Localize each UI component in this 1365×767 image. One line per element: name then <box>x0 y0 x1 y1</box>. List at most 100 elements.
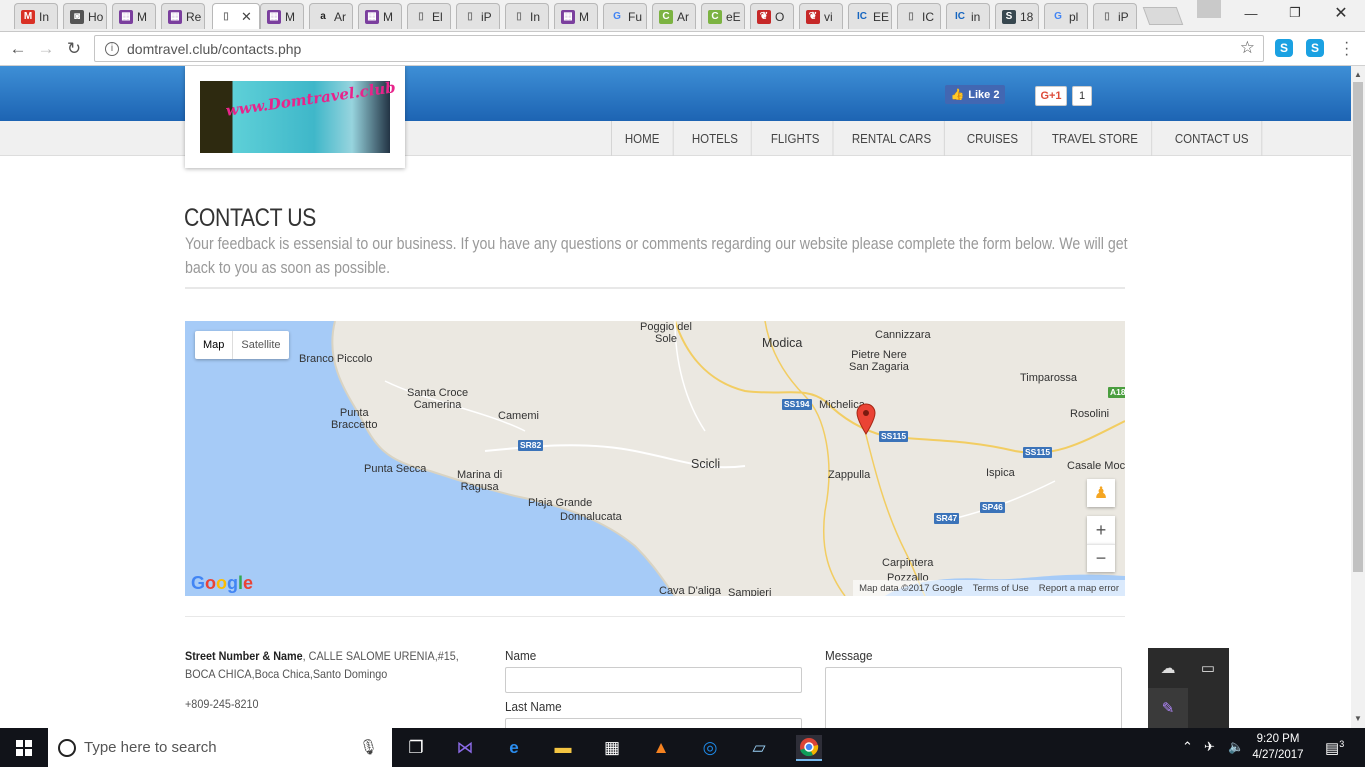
map-marker-icon[interactable] <box>856 403 876 435</box>
divider <box>185 287 1125 289</box>
map-type-satellite-button[interactable]: Satellite <box>233 331 288 359</box>
zoom-out-button[interactable]: − <box>1087 544 1115 572</box>
scroll-down-icon[interactable]: ▼ <box>1354 714 1362 723</box>
street-label: Street Number & Name <box>185 649 303 663</box>
zoom-in-button[interactable]: + <box>1087 516 1115 544</box>
url-text: domtravel.club/contacts.php <box>127 40 302 57</box>
page-scrollbar[interactable]: ▲ ▼ <box>1351 66 1365 728</box>
browser-tab[interactable]: ❦ vi <box>799 3 843 29</box>
store-icon: ▦ <box>168 9 182 24</box>
name-input[interactable] <box>505 667 802 693</box>
clock[interactable]: 9:20 PM 4/27/2017 <box>1248 731 1308 763</box>
page-icon: ▯ <box>1104 11 1110 22</box>
address-bar[interactable]: i domtravel.club/contacts.php ☆ <box>94 35 1264 62</box>
reload-icon[interactable]: ↻ <box>62 37 86 61</box>
action-center-icon[interactable]: ▤3 <box>1325 739 1344 757</box>
browser-tab[interactable]: Gpl <box>1044 3 1088 29</box>
map-type-map-button[interactable]: Map <box>195 331 234 359</box>
google-logo[interactable]: Google <box>191 573 253 594</box>
pegman-icon[interactable]: ♟ <box>1087 479 1115 507</box>
tray-overflow-popup: ☁ ▭ ✎ <box>1148 648 1229 728</box>
browser-tab[interactable]: ▦ Re <box>161 3 205 29</box>
network-icon[interactable]: ✈ <box>1204 739 1215 755</box>
map-place-label: Marina di Ragusa <box>457 469 503 493</box>
browser-tab[interactable]: CeE <box>701 3 745 29</box>
skype-extension-icon[interactable]: S <box>1306 39 1324 57</box>
browser-tab[interactable]: ▯ ✕ <box>212 3 260 29</box>
facebook-like-button[interactable]: 👍 Like 2 <box>945 85 1005 104</box>
info-icon[interactable]: i <box>105 41 119 56</box>
menu-item-hotels[interactable]: HOTELS <box>679 121 752 156</box>
terms-link[interactable]: Terms of Use <box>973 583 1029 594</box>
web-app-icon[interactable]: ◎ <box>697 735 723 761</box>
skype-icon[interactable]: S <box>1275 39 1293 57</box>
browser-tab[interactable]: ▦ M <box>554 3 598 29</box>
close-tab-icon[interactable]: ✕ <box>241 9 252 25</box>
last-name-label: Last Name <box>505 699 562 714</box>
menu-item-travel-store[interactable]: TRAVEL STORE <box>1039 121 1152 156</box>
map-place-label: Cava D'aliga <box>659 585 722 596</box>
feather-icon[interactable]: ✎ <box>1148 688 1188 728</box>
microphone-icon[interactable]: 🎙 <box>359 738 378 756</box>
browser-tab[interactable]: G Fu <box>603 3 647 29</box>
close-window-icon[interactable]: ✕ <box>1318 0 1364 26</box>
notepad-icon[interactable]: ▱ <box>746 735 772 761</box>
browser-tab[interactable]: ▯ iP <box>456 3 500 29</box>
menu-item-rental-cars[interactable]: RENTAL CARS <box>839 121 946 156</box>
bookmark-star-icon[interactable]: ☆ <box>1240 38 1255 58</box>
vlc-icon[interactable]: ▲ <box>648 735 674 761</box>
taskbar-search-box[interactable]: Type here to search 🎙 <box>48 728 392 767</box>
profile-icon[interactable] <box>1197 0 1221 18</box>
map-type-control: Map Satellite <box>195 331 289 359</box>
browser-tab[interactable]: ▯ IC <box>897 3 941 29</box>
map-place-label: Carpintera <box>882 557 934 569</box>
scroll-thumb[interactable] <box>1353 82 1363 572</box>
browser-tab[interactable]: IC in <box>946 3 990 29</box>
browser-tab[interactable]: IC EE <box>848 3 892 29</box>
new-tab-button[interactable] <box>1142 7 1184 25</box>
report-error-link[interactable]: Report a map error <box>1039 583 1119 594</box>
browser-tab[interactable]: a Ar <box>309 3 353 29</box>
browser-tab[interactable]: ▦ M <box>112 3 156 29</box>
tray-chevron-icon[interactable]: ⌃ <box>1182 739 1193 755</box>
browser-tab[interactable]: ▯ In <box>505 3 549 29</box>
google-map[interactable]: Poggio del Sole Modica Cannizzara Pietre Ner… <box>185 321 1125 596</box>
browser-tab[interactable]: S 18 <box>995 3 1039 29</box>
visual-studio-icon[interactable]: ⋈ <box>452 735 478 761</box>
road-shield: SS194 <box>782 399 812 410</box>
browser-tab[interactable]: M In <box>14 3 58 29</box>
map-place-label: Plaja Grande <box>528 497 593 509</box>
message-label: Message <box>825 648 873 663</box>
browser-tab[interactable]: ▦ M <box>260 3 304 29</box>
last-name-input[interactable] <box>505 718 802 728</box>
browser-tab[interactable]: ▯ iP <box>1093 3 1137 29</box>
browser-tab[interactable]: C Ar <box>652 3 696 29</box>
message-textarea[interactable] <box>825 667 1122 728</box>
volume-icon[interactable]: 🔈 <box>1228 739 1244 755</box>
menu-item-contact-us[interactable]: CONTACT US <box>1162 121 1262 156</box>
task-view-icon[interactable]: ❐ <box>403 735 429 761</box>
menu-item-home[interactable]: HOME <box>612 121 674 156</box>
menu-item-cruises[interactable]: CRUISES <box>954 121 1033 156</box>
menu-item-flights[interactable]: FLIGHTS <box>758 121 833 156</box>
menu-icon[interactable]: · · · <box>1344 35 1349 63</box>
logo[interactable]: www.Domtravel.club <box>185 66 405 168</box>
back-icon[interactable]: ← <box>6 37 30 61</box>
store-icon[interactable]: ▦ <box>599 735 625 761</box>
browser-tab[interactable]: ▯ El <box>407 3 451 29</box>
c-icon: C <box>708 9 722 24</box>
onedrive-icon[interactable]: ☁ <box>1148 648 1188 688</box>
edge-icon[interactable]: e <box>501 735 527 761</box>
google-plus-button[interactable]: G+1 <box>1035 86 1067 106</box>
minimize-icon[interactable]: — <box>1228 0 1274 26</box>
browser-tab[interactable]: ◙ Ho <box>63 3 107 29</box>
windows-start-icon[interactable] <box>0 728 48 767</box>
scroll-up-icon[interactable]: ▲ <box>1354 70 1362 79</box>
forward-icon[interactable]: → <box>34 37 58 61</box>
maximize-icon[interactable]: ❐ <box>1272 0 1318 26</box>
battery-icon[interactable]: ▭ <box>1188 648 1228 688</box>
browser-tab[interactable]: ▦ M <box>358 3 402 29</box>
browser-tab[interactable]: ❦ O <box>750 3 794 29</box>
file-explorer-icon[interactable]: ▬ <box>550 735 576 761</box>
chrome-icon[interactable] <box>796 735 822 761</box>
